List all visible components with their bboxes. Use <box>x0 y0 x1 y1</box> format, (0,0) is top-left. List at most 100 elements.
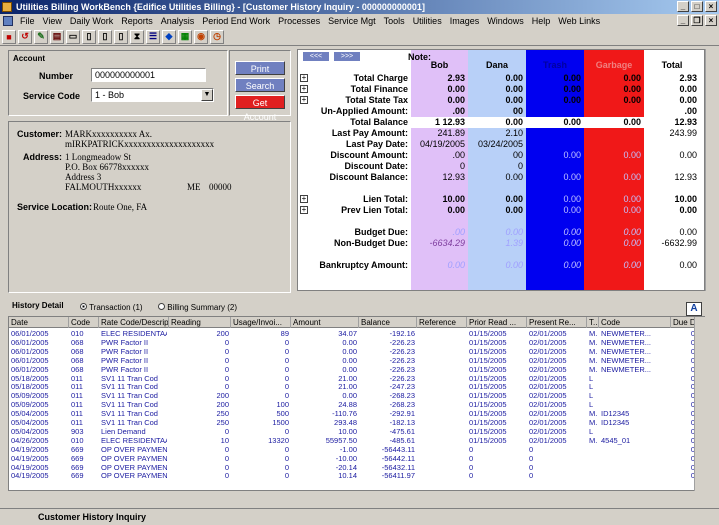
clock-icon[interactable]: ◷ <box>210 29 224 44</box>
menu-item[interactable]: Help <box>528 14 555 28</box>
exit-icon[interactable]: ■ <box>2 29 16 44</box>
font-size-icon[interactable]: A <box>686 302 702 316</box>
menu-item[interactable]: Reports <box>117 14 157 28</box>
history-cell: 05/18/2005 <box>11 382 49 392</box>
history-row[interactable]: 06/01/2005 068 PWR Factor II 0 0 0.00 -226.23 0… <box>9 338 695 347</box>
menu-item[interactable]: Analysis <box>157 14 199 28</box>
summary-row: Last Pay Amount: 241.89 2.10 243.99 <box>298 128 704 139</box>
document-icon[interactable]: ▯ <box>98 29 112 44</box>
radio-unselected-icon[interactable] <box>158 303 165 310</box>
mdi-minimize-button[interactable]: _ <box>677 15 689 26</box>
history-row[interactable]: 05/04/2005 011 SV1 11 Tran Cod 250 1500 293.4… <box>9 418 695 427</box>
history-row[interactable]: 04/19/2005 669 OP OVER PAYMEN 0 0 -10.00 -5644… <box>9 454 695 463</box>
history-column-header[interactable]: Date <box>9 317 69 328</box>
summary-cell: 0.00 <box>505 172 523 182</box>
mdi-close-button[interactable]: × <box>705 15 717 26</box>
mdi-restore-button[interactable]: ❐ <box>691 15 703 26</box>
history-row[interactable]: 06/01/2005 068 PWR Factor II 0 0 0.00 -226.23 0… <box>9 356 695 365</box>
menu-item[interactable]: View <box>39 14 66 28</box>
get-account-button[interactable]: Get Account <box>235 95 285 122</box>
history-column-header[interactable]: Balance <box>359 317 417 328</box>
history-row[interactable]: 05/09/2005 011 SV1 11 Tran Cod 200 0 0.00 -268… <box>9 391 695 400</box>
menu-item[interactable]: Service Mgt <box>324 14 380 28</box>
summary-cell: 1 12.93 <box>434 117 465 127</box>
summary-cell: 0.00 <box>563 73 581 83</box>
service-code-select[interactable]: 1 - Bob ▼ <box>91 88 214 102</box>
history-cell: 04/19/2005 <box>11 453 49 463</box>
billing-summary-radio[interactable]: Billing Summary (2) <box>158 303 237 312</box>
history-row[interactable]: 04/19/2005 669 OP OVER PAYMEN 0 0 10.14 -56411… <box>9 471 695 480</box>
summary-scrollbar[interactable] <box>705 49 716 291</box>
history-row[interactable]: 05/18/2005 011 SV1 11 Tran Cod 0 0 21.00 -247.… <box>9 382 695 391</box>
history-row[interactable]: 05/04/2005 011 SV1 11 Tran Cod 250 500 -110.7… <box>9 409 695 418</box>
history-cell: 06/01/2005 <box>11 346 49 356</box>
summary-column-header: Dana <box>485 60 508 70</box>
grid-icon[interactable]: ▦ <box>178 29 192 44</box>
refresh-icon[interactable]: ↺ <box>18 29 32 44</box>
screen-icon[interactable]: ▭ <box>66 29 80 44</box>
account-number-input[interactable]: 000000000001 <box>91 68 206 82</box>
hourglass-icon[interactable]: ⧗ <box>130 29 144 44</box>
menu-item[interactable]: Web Links <box>554 14 604 28</box>
history-row[interactable]: 04/26/2005 010 ELEC RESIDENTAA 10 13320 55957… <box>9 436 695 445</box>
menu-item[interactable]: Daily Work <box>66 14 117 28</box>
history-cell: ELEC RESIDENTAA <box>101 329 167 338</box>
history-column-header[interactable]: Reading <box>169 317 231 328</box>
list-icon[interactable]: ☰ <box>146 29 160 44</box>
document-icon[interactable]: ▯ <box>82 29 96 44</box>
menu-item[interactable]: Processes <box>274 14 324 28</box>
maximize-button[interactable]: □ <box>691 1 703 12</box>
expand-icon[interactable]: + <box>300 74 308 82</box>
wrench-icon[interactable]: ✎ <box>34 29 48 44</box>
history-scrollbar[interactable] <box>694 317 705 491</box>
search-button[interactable]: Search <box>235 78 285 92</box>
history-row[interactable]: 05/18/2005 011 SV1 11 Tran Cod 0 0 21.00 -226.… <box>9 374 695 383</box>
diamond-icon[interactable]: ◆ <box>162 29 176 44</box>
history-cell: 0 <box>224 364 229 374</box>
history-column-header[interactable]: Rate Code/Descripti... <box>99 317 169 328</box>
history-row[interactable]: 06/01/2005 068 PWR Factor II 0 0 0.00 -226.23 0… <box>9 347 695 356</box>
menu-item[interactable]: Period End Work <box>198 14 274 28</box>
radio-selected-icon[interactable] <box>80 303 87 310</box>
print-button[interactable]: Print <box>235 61 285 75</box>
history-cell: -192.16 <box>389 329 415 338</box>
chevron-down-icon[interactable]: ▼ <box>201 89 213 101</box>
menu-item[interactable]: Utilities <box>409 14 446 28</box>
menu-item[interactable]: File <box>16 14 39 28</box>
history-row[interactable]: 05/04/2005 903 Lien Demand 0 0 10.00 -475.61 01… <box>9 427 695 436</box>
history-row[interactable]: 04/19/2005 669 OP OVER PAYMEN 0 0 -1.00 -56443… <box>9 445 695 454</box>
expand-icon[interactable]: + <box>300 195 308 203</box>
close-button[interactable]: × <box>705 1 717 12</box>
summary-row-label: Budget Due: <box>354 227 409 237</box>
expand-icon[interactable]: + <box>300 96 308 104</box>
history-column-header[interactable]: Prior Read ... <box>467 317 527 328</box>
summary-cell: 0.00 <box>679 95 697 105</box>
menu-item[interactable]: Windows <box>483 14 528 28</box>
print-icon[interactable]: ▤ <box>50 29 64 44</box>
history-row[interactable]: 06/01/2005 068 PWR Factor II 0 0 0.00 -226.23 0… <box>9 365 695 374</box>
history-row[interactable]: 06/01/2005 010 ELEC RESIDENTAA 200 89 34.07 -1… <box>9 329 695 338</box>
summary-cell: 1.39 <box>505 238 523 248</box>
history-column-header[interactable]: Present Re... <box>527 317 587 328</box>
summary-cell: 0.00 <box>505 227 523 237</box>
document-icon <box>3 16 13 26</box>
expand-icon[interactable]: + <box>300 85 308 93</box>
circle-icon[interactable]: ◉ <box>194 29 208 44</box>
history-row[interactable]: 05/09/2005 011 SV1 11 Tran Cod 200 100 24.88 -… <box>9 400 695 409</box>
history-cell: M.. <box>589 355 597 365</box>
minimize-button[interactable]: _ <box>677 1 689 12</box>
history-column-header[interactable]: Usage/Invoi... <box>231 317 291 328</box>
menu-item[interactable]: Images <box>446 14 484 28</box>
history-column-header[interactable]: Amount <box>291 317 359 328</box>
history-column-header[interactable]: Code <box>599 317 671 328</box>
document-icon[interactable]: ▯ <box>114 29 128 44</box>
history-row[interactable]: 04/19/2005 669 OP OVER PAYMEN 0 0 -20.14 -5643… <box>9 463 695 472</box>
history-column-header[interactable]: T.. <box>587 317 599 328</box>
menu-item[interactable]: Tools <box>380 14 409 28</box>
history-column-header[interactable]: Reference <box>417 317 467 328</box>
transaction-radio[interactable]: Transaction (1) <box>80 303 143 312</box>
summary-cell: 0.00 <box>447 95 465 105</box>
history-column-header[interactable]: Code <box>69 317 99 328</box>
summary-row: Non-Budget Due: -6634.29 1.39 0.00 0.00 -6632… <box>298 238 704 249</box>
expand-icon[interactable]: + <box>300 206 308 214</box>
